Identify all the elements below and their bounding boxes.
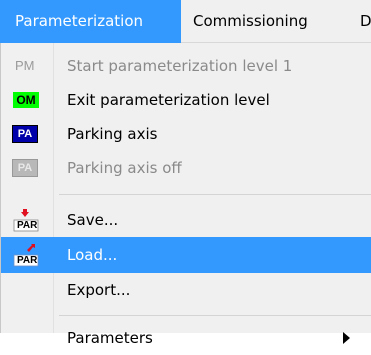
- om-icon: OM: [13, 92, 39, 108]
- menu-item-label: Start parameterization level 1: [67, 57, 293, 75]
- menu-item-export[interactable]: Export...: [1, 273, 371, 307]
- menu-item-parking-axis-off[interactable]: PA Parking axis off: [1, 151, 371, 185]
- menu-item-label: Parking axis off: [67, 159, 182, 177]
- menu-bar: Parameterization Commissioning D: [0, 0, 371, 43]
- menu-item-label: Save...: [67, 211, 119, 229]
- menu-item-label: Load...: [67, 246, 118, 264]
- submenu-arrow-icon: [343, 332, 350, 344]
- menu-item-load[interactable]: PAR Load...: [1, 237, 371, 273]
- menu-item-save[interactable]: PAR Save...: [1, 203, 371, 237]
- menu-separator: [59, 194, 371, 195]
- save-par-icon: PAR: [13, 208, 39, 232]
- parking-axis-icon: PA: [12, 125, 38, 143]
- menu-item-label: Exit parameterization level: [67, 91, 270, 109]
- menu-commissioning[interactable]: Commissioning: [181, 0, 355, 43]
- menu-item-label: Parking axis: [67, 125, 158, 143]
- menu-item-label: Export...: [67, 281, 131, 299]
- parameterization-dropdown: PM Start parameterization level 1 OM Exi…: [0, 43, 371, 347]
- menu-d[interactable]: D: [350, 0, 371, 43]
- menu-item-parameters[interactable]: Parameters: [1, 321, 371, 355]
- pm-icon: PM: [15, 58, 35, 73]
- menu-item-start-parameterization-level-1[interactable]: PM Start parameterization level 1: [1, 49, 371, 83]
- menu-item-label: Parameters: [67, 329, 153, 347]
- save-par-icon-text: PAR: [17, 220, 38, 231]
- menu-parameterization[interactable]: Parameterization: [0, 0, 181, 43]
- load-par-icon-text: PAR: [17, 255, 38, 266]
- menu-separator: [59, 315, 371, 316]
- parking-axis-off-icon: PA: [12, 159, 38, 177]
- menu-item-exit-parameterization-level[interactable]: OM Exit parameterization level: [1, 83, 371, 117]
- menu-item-parking-axis[interactable]: PA Parking axis: [1, 117, 371, 151]
- load-par-icon: PAR: [13, 243, 39, 267]
